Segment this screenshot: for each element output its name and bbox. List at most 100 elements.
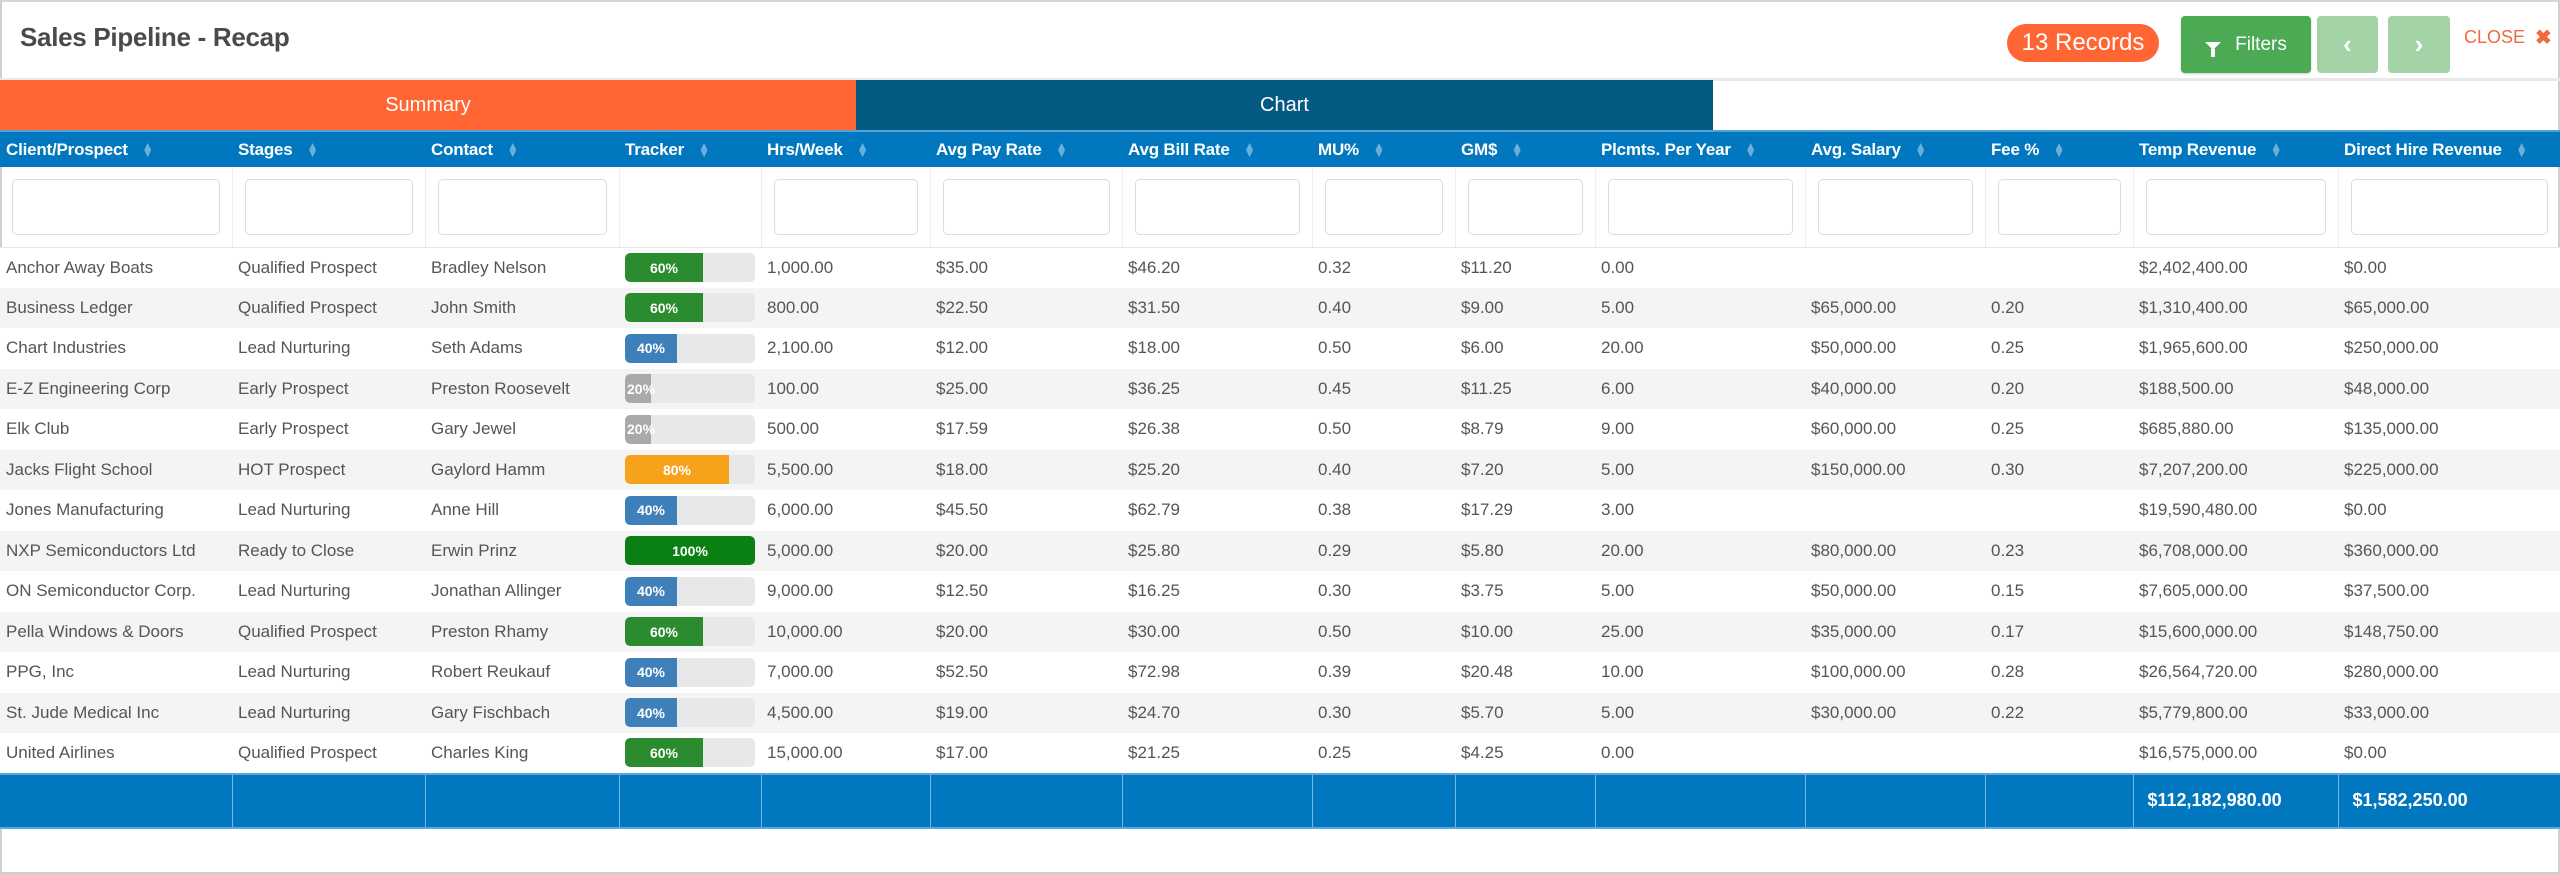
filter-funnel-icon	[2205, 41, 2222, 57]
cell-stages: Lead Nurturing	[232, 490, 425, 531]
chevron-left-icon: ‹	[2343, 29, 2352, 59]
sort-arrows-icon[interactable]: ▲ ▼	[857, 140, 869, 159]
cell-gm: $20.48	[1455, 652, 1595, 693]
cell-gm: $11.20	[1455, 247, 1595, 288]
total-cell-stages	[232, 772, 426, 829]
table-row[interactable]: St. Jude Medical Inc Lead Nurturing Gary F…	[0, 692, 2560, 733]
table-row[interactable]: E-Z Engineering Corp Early Prospect Presto…	[0, 368, 2560, 409]
filter-cell	[1122, 167, 1313, 248]
next-page-button[interactable]: ›	[2388, 16, 2450, 73]
sort-arrows-icon[interactable]: ▲ ▼	[2516, 140, 2528, 159]
filter-input-avg-bill-rate[interactable]	[1134, 178, 1300, 235]
cell-avg-salary: $40,000.00	[1805, 368, 1985, 409]
cell-avg-salary: $65,000.00	[1805, 287, 1985, 328]
table-row[interactable]: Business Ledger Qualified Prospect John Sm…	[0, 287, 2560, 328]
sort-arrows-icon[interactable]: ▲ ▼	[1745, 140, 1757, 159]
sort-arrows-icon[interactable]: ▲ ▼	[1244, 140, 1256, 159]
table-row[interactable]: Chart Industries Lead Nurturing Seth Adams…	[0, 328, 2560, 369]
cell-plcmts-per-year: 0.00	[1595, 733, 1805, 774]
cell-contact: Seth Adams	[425, 328, 619, 369]
filter-input-fee[interactable]	[1997, 178, 2121, 235]
cell-fee: 0.25	[1985, 409, 2133, 450]
column-header-temp-revenue[interactable]: Temp Revenue ▲ ▼	[2133, 130, 2338, 167]
table-row[interactable]: Pella Windows & Doors Qualified Prospect P…	[0, 611, 2560, 652]
filter-input-client-prospect[interactable]	[12, 178, 220, 235]
cell-tracker: 60%	[619, 247, 761, 288]
column-header-avg-salary[interactable]: Avg. Salary ▲ ▼	[1805, 130, 1985, 167]
cell-avg-pay-rate: $17.59	[930, 409, 1122, 450]
table-row[interactable]: NXP Semiconductors Ltd Ready to Close Erwi…	[0, 530, 2560, 571]
column-header-contact[interactable]: Contact ▲ ▼	[425, 130, 619, 167]
cell-mu: 0.50	[1312, 328, 1455, 369]
column-header-avg-bill-rate[interactable]: Avg Bill Rate ▲ ▼	[1122, 130, 1312, 167]
sort-arrows-icon[interactable]: ▲ ▼	[1373, 140, 1385, 159]
table-row[interactable]: Anchor Away Boats Qualified Prospect Bradl…	[0, 247, 2560, 288]
table-row[interactable]: Elk Club Early Prospect Gary Jewel 20% 500.0…	[0, 409, 2560, 450]
cell-avg-bill-rate: $30.00	[1122, 611, 1312, 652]
sort-arrows-icon[interactable]: ▲ ▼	[2270, 140, 2282, 159]
filter-input-avg-salary[interactable]	[1817, 178, 1973, 235]
table-row[interactable]: PPG, Inc Lead Nurturing Robert Reukauf 40% 7…	[0, 652, 2560, 693]
filter-cell	[425, 167, 620, 248]
filters-button[interactable]: Filters	[2181, 16, 2311, 73]
cell-gm: $5.80	[1455, 530, 1595, 571]
column-header-label: Avg. Salary	[1811, 139, 1901, 159]
column-header-fee[interactable]: Fee % ▲ ▼	[1985, 130, 2133, 167]
cell-avg-salary: $50,000.00	[1805, 571, 1985, 612]
tracker-progress-fill: 60%	[625, 738, 703, 768]
cell-fee	[1985, 247, 2133, 288]
sort-arrows-icon[interactable]: ▲ ▼	[507, 140, 519, 159]
column-header-client-prospect[interactable]: Client/Prospect ▲ ▼	[0, 130, 232, 167]
table-row[interactable]: United Airlines Qualified Prospect Charles…	[0, 733, 2560, 774]
cell-contact: Gaylord Hamm	[425, 449, 619, 490]
table-row[interactable]: Jones Manufacturing Lead Nurturing Anne Hi…	[0, 490, 2560, 531]
cell-avg-pay-rate: $52.50	[930, 652, 1122, 693]
column-header-hrs-week[interactable]: Hrs/Week ▲ ▼	[761, 130, 930, 167]
sort-arrows-icon[interactable]: ▲ ▼	[1056, 140, 1068, 159]
cell-gm: $8.79	[1455, 409, 1595, 450]
cell-avg-salary: $150,000.00	[1805, 449, 1985, 490]
column-header-label: Stages	[238, 139, 293, 159]
column-header-avg-pay-rate[interactable]: Avg Pay Rate ▲ ▼	[930, 130, 1122, 167]
filter-input-hrs-week[interactable]	[773, 178, 918, 235]
sort-arrows-icon[interactable]: ▲ ▼	[1915, 140, 1927, 159]
tracker-progress-bar: 40%	[625, 698, 755, 728]
close-button[interactable]: CLOSE ✖	[2464, 25, 2552, 50]
cell-mu: 0.39	[1312, 652, 1455, 693]
filter-input-stages[interactable]	[244, 178, 413, 235]
cell-direct-hire-revenue: $0.00	[2338, 490, 2560, 531]
cell-tracker: 100%	[619, 530, 761, 571]
filter-input-contact[interactable]	[437, 178, 607, 235]
filter-input-direct-hire-revenue[interactable]	[2350, 178, 2548, 235]
tracker-progress-fill: 40%	[625, 495, 677, 525]
table-row[interactable]: Jacks Flight School HOT Prospect Gaylord H…	[0, 449, 2560, 490]
cell-contact: Charles King	[425, 733, 619, 774]
tracker-progress-bar: 60%	[625, 617, 755, 647]
sort-arrows-icon[interactable]: ▲ ▼	[698, 140, 710, 159]
column-header-tracker[interactable]: Tracker ▲ ▼	[619, 130, 761, 167]
sort-arrows-icon[interactable]: ▲ ▼	[307, 140, 319, 159]
filter-input-temp-revenue[interactable]	[2145, 178, 2326, 235]
column-header-gm[interactable]: GM$ ▲ ▼	[1455, 130, 1595, 167]
cell-tracker: 40%	[619, 692, 761, 733]
column-header-plcmts-per-year[interactable]: Plcmts. Per Year ▲ ▼	[1595, 130, 1805, 167]
filter-input-gm[interactable]	[1467, 178, 1583, 235]
column-header-mu[interactable]: MU% ▲ ▼	[1312, 130, 1455, 167]
cell-avg-salary: $60,000.00	[1805, 409, 1985, 450]
column-header-direct-hire-revenue[interactable]: Direct Hire Revenue ▲ ▼	[2338, 130, 2560, 167]
previous-page-button[interactable]: ‹	[2317, 16, 2378, 73]
filter-input-plcmts-per-year[interactable]	[1607, 178, 1793, 235]
tab-summary[interactable]: Summary	[0, 80, 856, 130]
sort-arrows-icon[interactable]: ▲ ▼	[2053, 140, 2065, 159]
sort-arrows-icon[interactable]: ▲ ▼	[1511, 140, 1523, 159]
cell-stages: Early Prospect	[232, 368, 425, 409]
table-row[interactable]: ON Semiconductor Corp. Lead Nurturing Jona…	[0, 571, 2560, 612]
sort-arrows-icon[interactable]: ▲ ▼	[142, 140, 154, 159]
column-header-stages[interactable]: Stages ▲ ▼	[232, 130, 425, 167]
cell-temp-revenue: $188,500.00	[2133, 368, 2338, 409]
filter-cell	[1312, 167, 1456, 248]
filter-input-mu[interactable]	[1324, 178, 1443, 235]
filter-input-avg-pay-rate[interactable]	[942, 178, 1110, 235]
cell-tracker: 60%	[619, 733, 761, 774]
tab-chart[interactable]: Chart	[856, 80, 1713, 130]
